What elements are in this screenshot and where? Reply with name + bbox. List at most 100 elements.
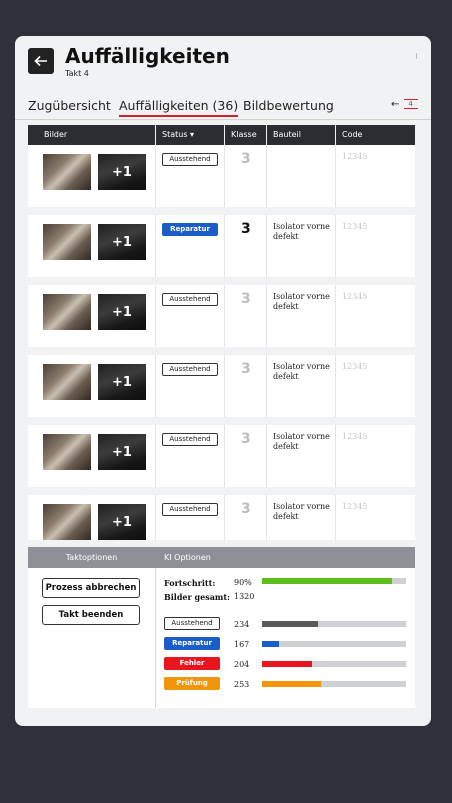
progress-bar (262, 578, 406, 584)
status-badge[interactable]: Ausstehend (162, 503, 218, 516)
category-badge-prufung[interactable]: Prüfung (164, 677, 220, 690)
column-divider (266, 125, 267, 145)
defect-image[interactable] (43, 294, 91, 330)
column-header-code[interactable]: Code (342, 130, 362, 139)
more-images-count: +1 (98, 154, 146, 190)
tab-auffalligkeiten[interactable]: Auffälligkeiten (36) (119, 98, 239, 117)
category-bar-fehler (262, 661, 406, 667)
page-title: Auffälligkeiten (65, 44, 230, 68)
cell-divider (224, 355, 225, 417)
category-badge-ausstehend[interactable]: Ausstehend (164, 617, 220, 630)
defect-image[interactable] (43, 224, 91, 260)
code-value: 12345 (342, 152, 368, 161)
defect-image-more[interactable]: +1 (98, 224, 146, 260)
options-panel: Prozess abbrechen Takt beenden Fortschri… (28, 568, 415, 708)
tab-bildbewertung[interactable]: Bildbewertung (243, 98, 334, 113)
column-header-bilder[interactable]: Bilder (44, 130, 67, 139)
category-bar-prufung (262, 681, 406, 687)
category-badge-fehler[interactable]: Fehler (164, 657, 220, 670)
defect-image-more[interactable]: +1 (98, 154, 146, 190)
end-takt-button[interactable]: Takt beenden (42, 605, 140, 625)
cell-divider (335, 215, 336, 277)
tab-navigation[interactable]: ← 4 (391, 99, 418, 110)
klasse-value: 3 (241, 501, 251, 517)
tab-zugubersicht[interactable]: Zugübersicht (28, 98, 111, 113)
cell-divider (155, 145, 156, 207)
arrow-left-icon (34, 55, 47, 67)
more-images-count: +1 (98, 504, 146, 540)
table-row[interactable]: +1 Ausstehend 3 Isolator vorne defekt 12… (28, 425, 415, 487)
arrow-left-icon: ← (391, 99, 400, 110)
cell-divider (224, 495, 225, 540)
options-header: Taktoptionen KI Optionen (28, 547, 415, 568)
table-row[interactable]: +1 Ausstehend 3 Isolator vorne defekt 12… (28, 285, 415, 347)
table-row[interactable]: +1 Reparatur 3 Isolator vorne defekt 123… (28, 215, 415, 277)
cell-divider (335, 285, 336, 347)
back-button[interactable] (28, 48, 54, 74)
cell-divider (224, 215, 225, 277)
tab-page-number: 4 (403, 99, 418, 109)
options-divider (155, 568, 156, 708)
page-header: Auffälligkeiten Takt 4 (15, 36, 431, 91)
code-value: 12345 (342, 292, 368, 301)
cell-divider (155, 215, 156, 277)
cancel-process-button[interactable]: Prozess abbrechen (42, 578, 140, 598)
images-total-label: Bilder gesamt: (164, 592, 231, 602)
images-total-value: 1320 (234, 592, 255, 601)
defect-image[interactable] (43, 364, 91, 400)
column-header-klasse[interactable]: Klasse (231, 130, 257, 139)
cell-divider (224, 145, 225, 207)
cell-divider (335, 145, 336, 207)
cell-divider (266, 215, 267, 277)
table-row[interactable]: +1 Ausstehend 3 Isolator vorne defekt 12… (28, 495, 415, 540)
table-row[interactable]: +1 Ausstehend 3 Isolator vorne defekt 12… (28, 355, 415, 417)
category-bar-reparatur (262, 641, 406, 647)
more-images-count: +1 (98, 294, 146, 330)
header-divider (416, 53, 417, 59)
more-images-count: +1 (98, 364, 146, 400)
category-bar-ausstehend (262, 621, 406, 627)
klasse-value: 3 (241, 361, 251, 377)
table-row[interactable]: +1 Ausstehend 3 12345 (28, 145, 415, 207)
status-badge[interactable]: Ausstehend (162, 433, 218, 446)
status-badge[interactable]: Reparatur (162, 223, 218, 236)
klasse-value: 3 (241, 291, 251, 307)
bauteil-value: Isolator vorne defekt (273, 432, 330, 451)
bauteil-value: Isolator vorne defekt (273, 292, 330, 311)
column-header-bauteil[interactable]: Bauteil (273, 130, 301, 139)
defect-image[interactable] (43, 154, 91, 190)
defect-image-more[interactable]: +1 (98, 504, 146, 540)
status-badge[interactable]: Ausstehend (162, 363, 218, 376)
bauteil-value: Isolator vorne defekt (273, 502, 330, 521)
code-value: 12345 (342, 432, 368, 441)
status-badge[interactable]: Ausstehend (162, 153, 218, 166)
defect-image[interactable] (43, 434, 91, 470)
category-bar-fill (262, 661, 313, 667)
status-badge[interactable]: Ausstehend (162, 293, 218, 306)
tab-bar: Zugübersicht Auffälligkeiten (36) Bildbe… (15, 94, 431, 120)
cell-divider (155, 495, 156, 540)
defect-image-more[interactable]: +1 (98, 364, 146, 400)
cell-divider (266, 425, 267, 487)
klasse-value: 3 (241, 151, 251, 167)
progress-value: 90% (234, 578, 252, 587)
code-value: 12345 (342, 362, 368, 371)
defect-image-more[interactable]: +1 (98, 434, 146, 470)
column-divider (224, 125, 225, 145)
defect-image-more[interactable]: +1 (98, 294, 146, 330)
column-divider (155, 125, 156, 145)
table-body: +1 Ausstehend 3 12345 +1 Reparatur 3 Iso… (28, 145, 415, 540)
column-header-status[interactable]: Status ▾ (162, 130, 194, 139)
category-bar-fill (262, 621, 319, 627)
category-badge-reparatur[interactable]: Reparatur (164, 637, 220, 650)
cell-divider (335, 495, 336, 540)
page-subtitle: Takt 4 (65, 69, 89, 78)
category-count-prufung: 253 (234, 680, 250, 689)
category-bar-fill (262, 641, 280, 647)
bauteil-value: Isolator vorne defekt (273, 362, 330, 381)
cell-divider (335, 425, 336, 487)
category-bar-fill (262, 681, 322, 687)
cell-divider (155, 285, 156, 347)
defect-image[interactable] (43, 504, 91, 540)
progress-label: Fortschritt: (164, 578, 216, 588)
